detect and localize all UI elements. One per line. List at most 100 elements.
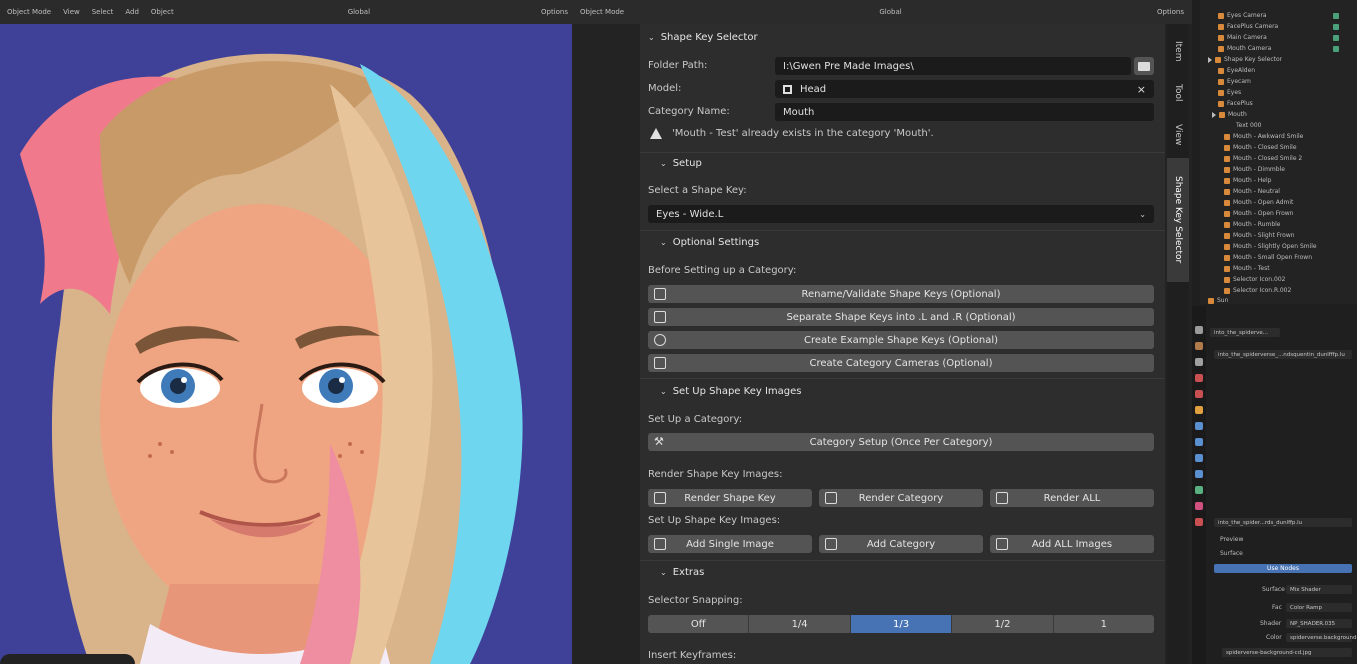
outliner-row[interactable]: Eyes bbox=[1200, 87, 1357, 98]
menu-view[interactable]: View bbox=[60, 7, 83, 17]
data-tab-icon[interactable] bbox=[1195, 486, 1203, 494]
selector-snapping-label: Selector Snapping: bbox=[648, 595, 743, 606]
menu-select[interactable]: Select bbox=[89, 7, 117, 17]
tab-item[interactable]: Item bbox=[1167, 32, 1189, 70]
preview-header[interactable]: Preview bbox=[1220, 536, 1243, 543]
orientation-selector[interactable]: Global bbox=[345, 7, 373, 17]
optional-settings-header[interactable]: ⌄ Optional Settings bbox=[660, 237, 759, 248]
snap-half[interactable]: 1/2 bbox=[952, 615, 1054, 633]
outliner-row[interactable]: Mouth - Dimmble bbox=[1200, 164, 1357, 175]
create-category-cameras-button[interactable]: Create Category Cameras (Optional) bbox=[648, 354, 1154, 372]
physics-tab-icon[interactable] bbox=[1195, 454, 1203, 462]
panel-title: Shape Key Selector bbox=[660, 32, 758, 43]
editor-options-button[interactable]: Options bbox=[1157, 8, 1184, 16]
outliner-row[interactable]: Mouth - Open Frown bbox=[1200, 208, 1357, 219]
surface-header[interactable]: Surface bbox=[1220, 550, 1243, 557]
outliner-row[interactable]: Mouth - Help bbox=[1200, 175, 1357, 186]
snap-quarter[interactable]: 1/4 bbox=[749, 615, 851, 633]
shape-key-images-header[interactable]: ⌄ Set Up Shape Key Images bbox=[660, 386, 801, 397]
rename-validate-button[interactable]: Rename/Validate Shape Keys (Optional) bbox=[648, 285, 1154, 303]
material-name-field[interactable]: into_the_spider...rds_dunlffp.lu bbox=[1214, 518, 1352, 527]
world-tab-icon[interactable] bbox=[1195, 390, 1203, 398]
add-all-images-button[interactable]: Add ALL Images bbox=[990, 535, 1154, 553]
constraints-tab-icon[interactable] bbox=[1195, 470, 1203, 478]
output-tab-icon[interactable] bbox=[1195, 358, 1203, 366]
outliner-row[interactable]: Sun bbox=[1200, 295, 1357, 306]
snap-third[interactable]: 1/3 bbox=[850, 615, 953, 633]
extras-header[interactable]: ⌄ Extras bbox=[660, 567, 704, 578]
outliner-row[interactable]: Mouth - Closed Smile 2 bbox=[1200, 153, 1357, 164]
render-all-button[interactable]: Render ALL bbox=[990, 489, 1154, 507]
modifier-tab-icon[interactable] bbox=[1195, 422, 1203, 430]
outliner-row[interactable]: Mouth - Small Open Frown bbox=[1200, 252, 1357, 263]
render-category-button[interactable]: Render Category bbox=[819, 489, 983, 507]
panel-header[interactable]: ⌄ Shape Key Selector bbox=[648, 32, 758, 43]
tab-shape-key-selector[interactable]: Shape Key Selector bbox=[1167, 158, 1189, 282]
fac-field[interactable]: Color Ramp bbox=[1286, 603, 1352, 612]
expand-icon[interactable] bbox=[1212, 111, 1216, 118]
surface-field[interactable]: Mix Shader bbox=[1286, 585, 1352, 594]
clear-icon[interactable]: × bbox=[1137, 83, 1146, 96]
menu-object[interactable]: Object bbox=[148, 7, 177, 17]
add-category-button[interactable]: Add Category bbox=[819, 535, 983, 553]
snap-one[interactable]: 1 bbox=[1053, 615, 1155, 633]
outliner-row[interactable]: Mouth - Test bbox=[1200, 263, 1357, 274]
shape-key-dropdown[interactable]: Eyes - Wide.L ⌄ bbox=[648, 205, 1154, 223]
outliner-row[interactable]: Text 000 bbox=[1200, 120, 1357, 131]
mode-selector[interactable]: Object Mode bbox=[4, 7, 54, 17]
render-tab-icon[interactable] bbox=[1195, 342, 1203, 350]
outliner-row[interactable]: Mouth - Slightly Open Smile bbox=[1200, 241, 1357, 252]
outliner-row[interactable]: Mouth - Closed Smile bbox=[1200, 142, 1357, 153]
outliner-row[interactable]: FacePlus Camera bbox=[1200, 21, 1357, 32]
visibility-icon[interactable] bbox=[1333, 34, 1339, 41]
category-name-field[interactable]: Mouth bbox=[775, 103, 1154, 121]
outliner-row[interactable]: Mouth Camera bbox=[1200, 43, 1357, 54]
tab-tool[interactable]: Tool bbox=[1167, 74, 1189, 112]
image-file-field[interactable]: spiderverse-background-cd.jpg bbox=[1222, 648, 1352, 657]
outliner-row[interactable]: Main Camera bbox=[1200, 32, 1357, 43]
model-field[interactable]: Head × bbox=[775, 80, 1154, 98]
category-setup-button[interactable]: ⚒ Category Setup (Once Per Category) bbox=[648, 433, 1154, 451]
outliner-row[interactable]: Mouth bbox=[1200, 109, 1357, 120]
tab-view[interactable]: View bbox=[1167, 116, 1189, 154]
visibility-icon[interactable] bbox=[1333, 23, 1339, 30]
scene-tab-icon[interactable] bbox=[1195, 374, 1203, 382]
setup-header[interactable]: ⌄ Setup bbox=[660, 158, 702, 169]
visibility-icon[interactable] bbox=[1333, 45, 1339, 52]
object-tab-icon[interactable] bbox=[1195, 406, 1203, 414]
outliner-row[interactable]: Selector Icon.002 bbox=[1200, 274, 1357, 285]
outliner-row[interactable]: Mouth - Slight Frown bbox=[1200, 230, 1357, 241]
separate-shape-keys-button[interactable]: Separate Shape Keys into .L and .R (Opti… bbox=[648, 308, 1154, 326]
shader-field[interactable]: NP_SHADER.035 bbox=[1286, 619, 1352, 628]
particles-tab-icon[interactable] bbox=[1195, 438, 1203, 446]
menu-add[interactable]: Add bbox=[122, 7, 142, 17]
material-slot-selected[interactable]: into_the_spiderverse_...ndsquentin_dunlf… bbox=[1214, 350, 1352, 359]
outliner-row[interactable]: Mouth - Awkward Smile bbox=[1200, 131, 1357, 142]
material-tab-icon[interactable] bbox=[1195, 502, 1203, 510]
folder-path-field[interactable]: I:\Gwen Pre Made Images\ bbox=[775, 57, 1131, 75]
create-example-shape-keys-button[interactable]: Create Example Shape Keys (Optional) bbox=[648, 331, 1154, 349]
outliner-row[interactable]: EyeAlden bbox=[1200, 65, 1357, 76]
3d-viewport[interactable]: Object Mode View Select Add Object Globa… bbox=[0, 0, 572, 664]
outliner-row[interactable]: Mouth - Neutral bbox=[1200, 186, 1357, 197]
color-field[interactable]: spiderverse.background bbox=[1286, 633, 1356, 642]
outliner-row[interactable]: FacePlus bbox=[1200, 98, 1357, 109]
folder-browse-button[interactable] bbox=[1134, 57, 1154, 75]
tool-tab-icon[interactable] bbox=[1195, 326, 1203, 334]
outliner-row[interactable]: Eyecam bbox=[1200, 76, 1357, 87]
outliner-row[interactable]: Mouth - Rumble bbox=[1200, 219, 1357, 230]
editor-orientation-selector[interactable]: Global bbox=[879, 8, 901, 16]
snap-off[interactable]: Off bbox=[648, 615, 750, 633]
outliner-row[interactable]: Shape Key Selector bbox=[1200, 54, 1357, 65]
visibility-icon[interactable] bbox=[1333, 12, 1339, 19]
options-button[interactable]: Options bbox=[541, 8, 568, 16]
expand-icon[interactable] bbox=[1208, 56, 1212, 63]
add-single-image-button[interactable]: Add Single Image bbox=[648, 535, 812, 553]
editor-mode-selector[interactable]: Object Mode bbox=[580, 8, 624, 16]
texture-tab-icon[interactable] bbox=[1195, 518, 1203, 526]
outliner-row[interactable]: Eyes Camera bbox=[1200, 10, 1357, 21]
material-slot[interactable]: into_the_spiderve... bbox=[1210, 328, 1280, 337]
render-shape-key-button[interactable]: Render Shape Key bbox=[648, 489, 812, 507]
outliner-row[interactable]: Mouth - Open Admit bbox=[1200, 197, 1357, 208]
use-nodes-button[interactable]: Use Nodes bbox=[1214, 564, 1352, 573]
